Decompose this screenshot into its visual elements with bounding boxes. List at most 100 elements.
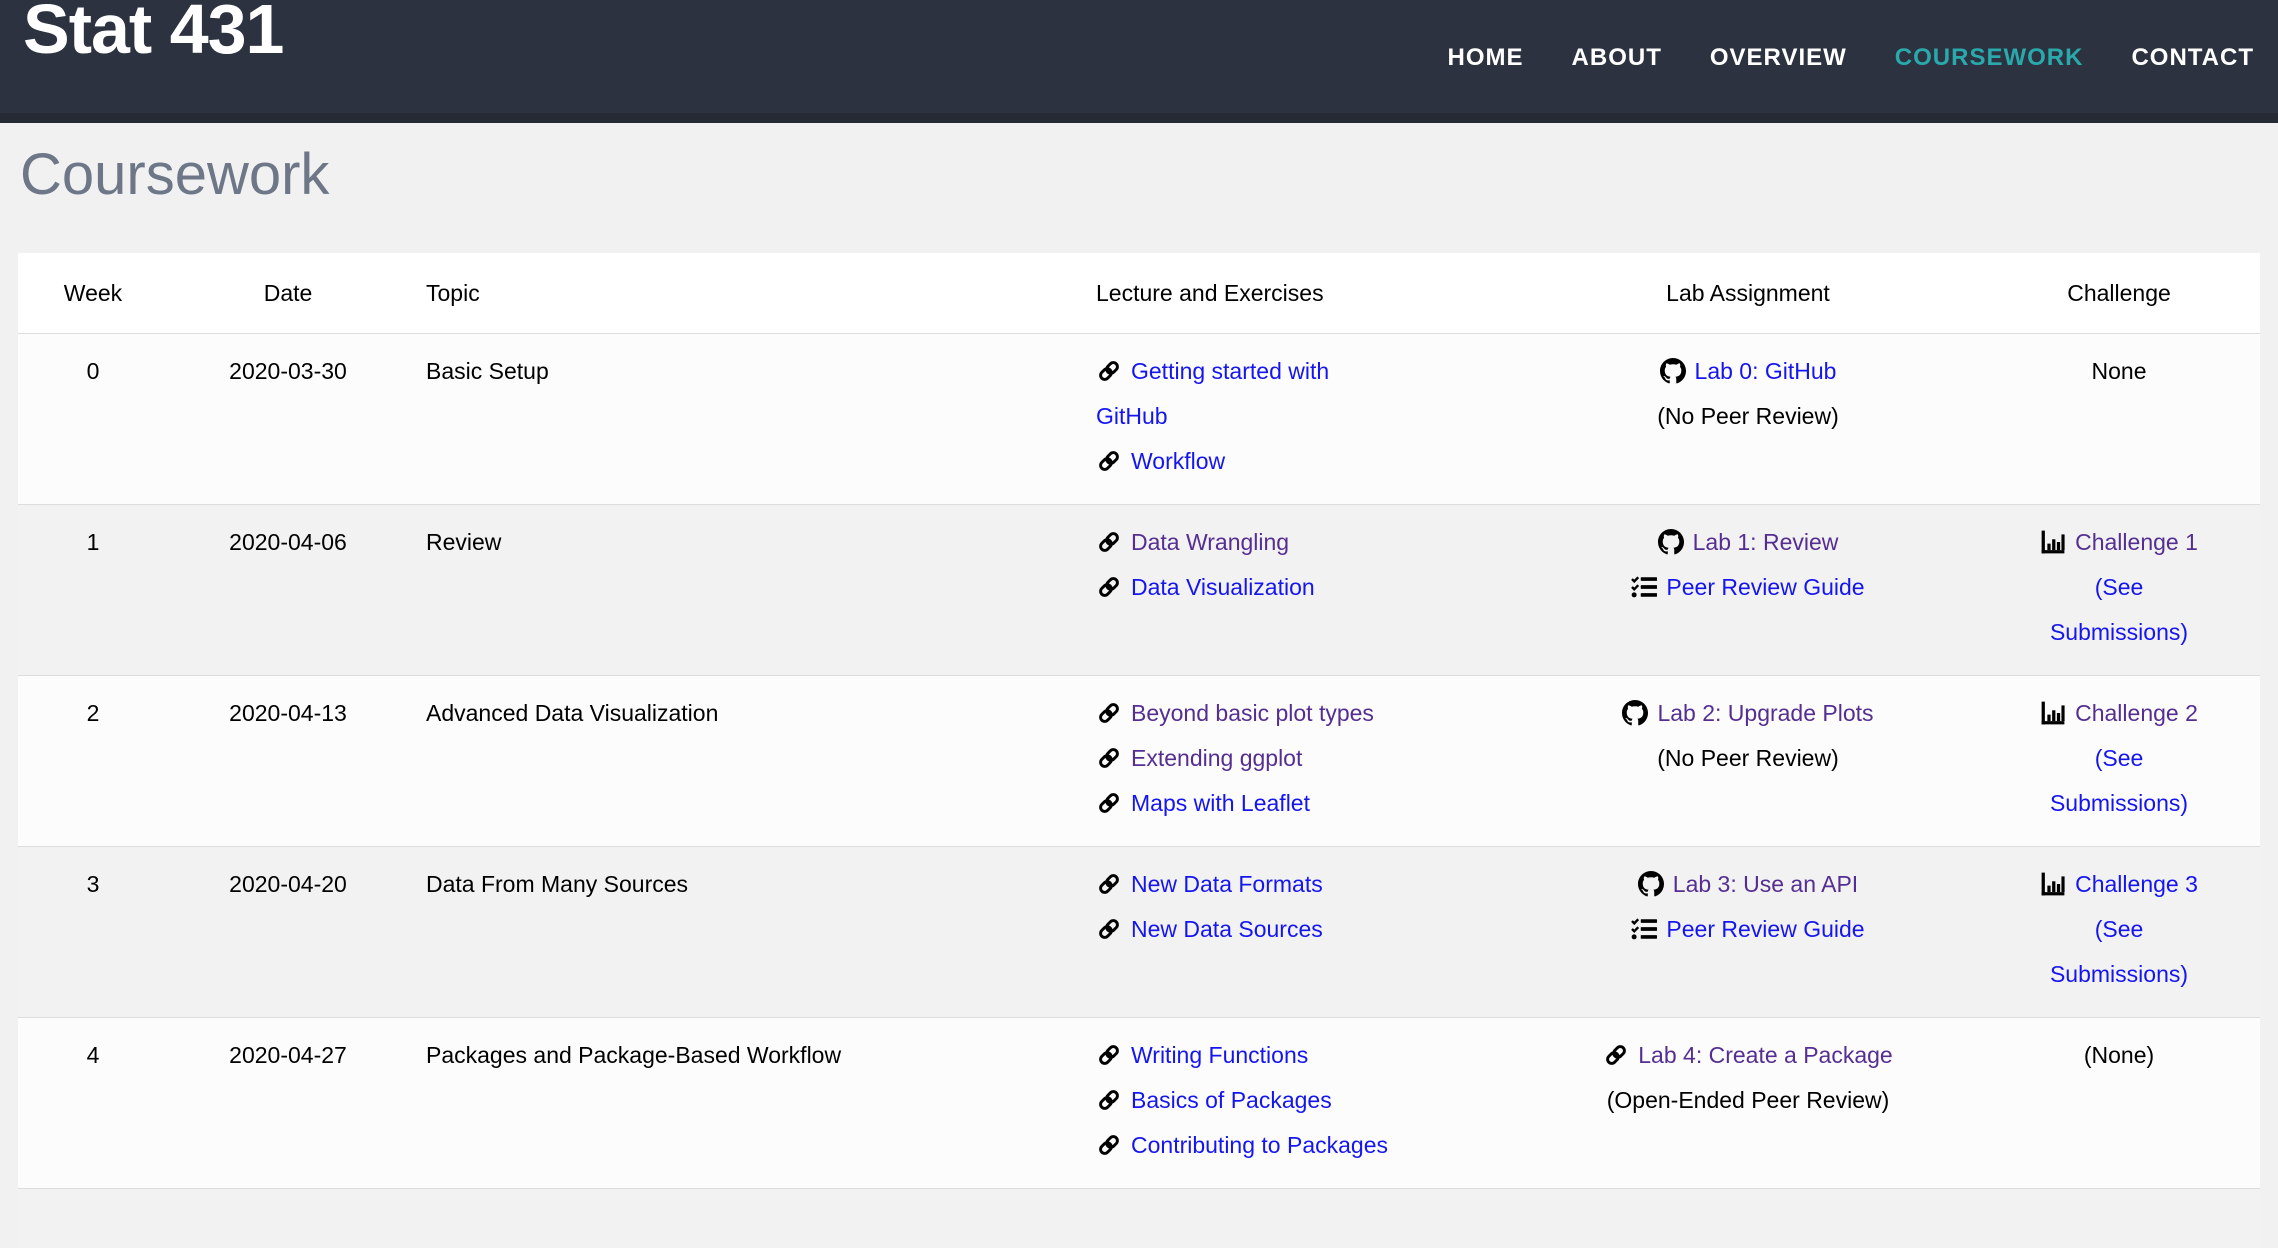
see-submissions-link[interactable]: (See Submissions) bbox=[2050, 745, 2188, 816]
link-label: New Data Sources bbox=[1131, 916, 1323, 942]
partial-row-cell bbox=[18, 1188, 2260, 1248]
lecture-link[interactable]: Maps with Leaflet bbox=[1096, 790, 1310, 816]
lab-cell: Lab 0: GitHub (No Peer Review) bbox=[1518, 333, 1978, 504]
header-row: WeekDateTopicLecture and ExercisesLab As… bbox=[18, 253, 2260, 334]
link-label: Contributing to Packages bbox=[1131, 1132, 1388, 1158]
lecture-line: Beyond basic plot types bbox=[1096, 691, 1406, 736]
lab-link[interactable]: Lab 3: Use an API bbox=[1638, 871, 1858, 897]
tasks-icon bbox=[1631, 574, 1666, 600]
lecture-link[interactable]: Basics of Packages bbox=[1096, 1087, 1332, 1113]
link-label: Lab 2: Upgrade Plots bbox=[1657, 700, 1873, 726]
lab-link[interactable]: Lab 0: GitHub bbox=[1660, 358, 1837, 384]
link-label: Lab 1: Review bbox=[1693, 529, 1839, 555]
column-header-week: Week bbox=[18, 253, 168, 334]
nav-item-overview[interactable]: OVERVIEW bbox=[1710, 44, 1847, 71]
date-cell: 2020-04-20 bbox=[168, 846, 408, 1017]
lecture-link[interactable]: Writing Functions bbox=[1096, 1042, 1308, 1068]
lecture-link[interactable]: Contributing to Packages bbox=[1096, 1132, 1388, 1158]
topic-cell: Packages and Package-Based Workflow bbox=[408, 1017, 1078, 1188]
table-row-partial bbox=[18, 1188, 2260, 1248]
table-body: 02020-03-30Basic Setup Getting started wi… bbox=[18, 333, 2260, 1248]
challenge-link[interactable]: Challenge 3 bbox=[2040, 871, 2198, 897]
challenge-note: None bbox=[2034, 349, 2204, 394]
lecture-line: Workflow bbox=[1096, 439, 1406, 484]
lab-link[interactable]: Peer Review Guide bbox=[1631, 916, 1864, 942]
challenge-link[interactable]: Challenge 2 bbox=[2040, 700, 2198, 726]
column-header-lecture: Lecture and Exercises bbox=[1078, 253, 1518, 334]
link-icon bbox=[1096, 700, 1131, 726]
lecture-link[interactable]: Beyond basic plot types bbox=[1096, 700, 1374, 726]
link-label: Challenge 3 bbox=[2075, 871, 2198, 897]
lab-line: Peer Review Guide bbox=[1536, 565, 1960, 610]
link-label: Data Wrangling bbox=[1131, 529, 1289, 555]
column-header-topic: Topic bbox=[408, 253, 1078, 334]
challenge-cell: (None) bbox=[1978, 1017, 2260, 1188]
date-cell: 2020-03-30 bbox=[168, 333, 408, 504]
lecture-link[interactable]: Extending ggplot bbox=[1096, 745, 1302, 771]
nav-item-coursework[interactable]: COURSEWORK bbox=[1895, 44, 2084, 71]
challenge-line: Challenge 1 bbox=[2034, 520, 2204, 565]
challenge-note: (None) bbox=[2034, 1033, 2204, 1078]
link-label: Challenge 2 bbox=[2075, 700, 2198, 726]
link-icon bbox=[1096, 1132, 1131, 1158]
link-label: Getting started with GitHub bbox=[1096, 358, 1329, 429]
link-label: Writing Functions bbox=[1131, 1042, 1308, 1068]
lecture-link[interactable]: New Data Sources bbox=[1096, 916, 1323, 942]
link-label: Data Visualization bbox=[1131, 574, 1315, 600]
lecture-cell: Writing Functions Basics of Packages Contr… bbox=[1078, 1017, 1518, 1188]
challenge-line: Challenge 2 bbox=[2034, 691, 2204, 736]
nav-item-home[interactable]: HOME bbox=[1448, 44, 1524, 71]
table-header: WeekDateTopicLecture and ExercisesLab As… bbox=[18, 253, 2260, 334]
lab-link[interactable]: Lab 2: Upgrade Plots bbox=[1622, 700, 1873, 726]
lecture-link[interactable]: Data Wrangling bbox=[1096, 529, 1289, 555]
lecture-link[interactable]: Data Visualization bbox=[1096, 574, 1315, 600]
link-label: (See Submissions) bbox=[2050, 916, 2188, 987]
link-icon bbox=[1096, 358, 1131, 384]
lab-link[interactable]: Peer Review Guide bbox=[1631, 574, 1864, 600]
link-icon bbox=[1096, 745, 1131, 771]
challenge-line: (See Submissions) bbox=[2034, 736, 2204, 826]
nav-item-contact[interactable]: CONTACT bbox=[2131, 44, 2254, 71]
lab-link[interactable]: Lab 1: Review bbox=[1658, 529, 1839, 555]
tasks-icon bbox=[1631, 916, 1666, 942]
week-cell: 2 bbox=[18, 675, 168, 846]
link-label: Lab 3: Use an API bbox=[1673, 871, 1858, 897]
nav-item-about[interactable]: ABOUT bbox=[1572, 44, 1662, 71]
topic-cell: Data From Many Sources bbox=[408, 846, 1078, 1017]
link-icon bbox=[1096, 529, 1131, 555]
table-row: 42020-04-27Packages and Package-Based Wo… bbox=[18, 1017, 2260, 1188]
week-cell: 1 bbox=[18, 504, 168, 675]
github-icon bbox=[1658, 529, 1693, 555]
date-cell: 2020-04-13 bbox=[168, 675, 408, 846]
topic-cell: Review bbox=[408, 504, 1078, 675]
challenge-link[interactable]: Challenge 1 bbox=[2040, 529, 2198, 555]
lecture-line: Extending ggplot bbox=[1096, 736, 1406, 781]
week-cell: 0 bbox=[18, 333, 168, 504]
lab-line: Lab 2: Upgrade Plots bbox=[1536, 691, 1960, 736]
lab-line: Lab 3: Use an API bbox=[1536, 862, 1960, 907]
link-icon bbox=[1096, 448, 1131, 474]
link-icon bbox=[1096, 574, 1131, 600]
lab-cell: Lab 2: Upgrade Plots(No Peer Review) bbox=[1518, 675, 1978, 846]
lecture-line: New Data Sources bbox=[1096, 907, 1406, 952]
lecture-cell: New Data Formats New Data Sources bbox=[1078, 846, 1518, 1017]
main-nav: HOME ABOUT OVERVIEW COURSEWORK CONTACT bbox=[1400, 44, 2254, 72]
link-icon bbox=[1096, 871, 1131, 897]
see-submissions-link[interactable]: (See Submissions) bbox=[2050, 916, 2188, 987]
lecture-link[interactable]: New Data Formats bbox=[1096, 871, 1323, 897]
week-cell: 4 bbox=[18, 1017, 168, 1188]
lecture-link[interactable]: Getting started with GitHub bbox=[1096, 358, 1329, 429]
challenge-line: Challenge 3 bbox=[2034, 862, 2204, 907]
lab-line: Lab 4: Create a Package bbox=[1536, 1033, 1960, 1078]
site-title[interactable]: Stat 431 bbox=[23, 0, 283, 68]
topic-cell: Basic Setup bbox=[408, 333, 1078, 504]
link-label: Challenge 1 bbox=[2075, 529, 2198, 555]
link-icon bbox=[1096, 790, 1131, 816]
lab-note: (No Peer Review) bbox=[1536, 394, 1960, 439]
github-icon bbox=[1622, 700, 1657, 726]
lecture-link[interactable]: Workflow bbox=[1096, 448, 1225, 474]
lab-link[interactable]: Lab 4: Create a Package bbox=[1603, 1042, 1892, 1068]
see-submissions-link[interactable]: (See Submissions) bbox=[2050, 574, 2188, 645]
column-header-lab: Lab Assignment bbox=[1518, 253, 1978, 334]
link-label: Workflow bbox=[1131, 448, 1225, 474]
